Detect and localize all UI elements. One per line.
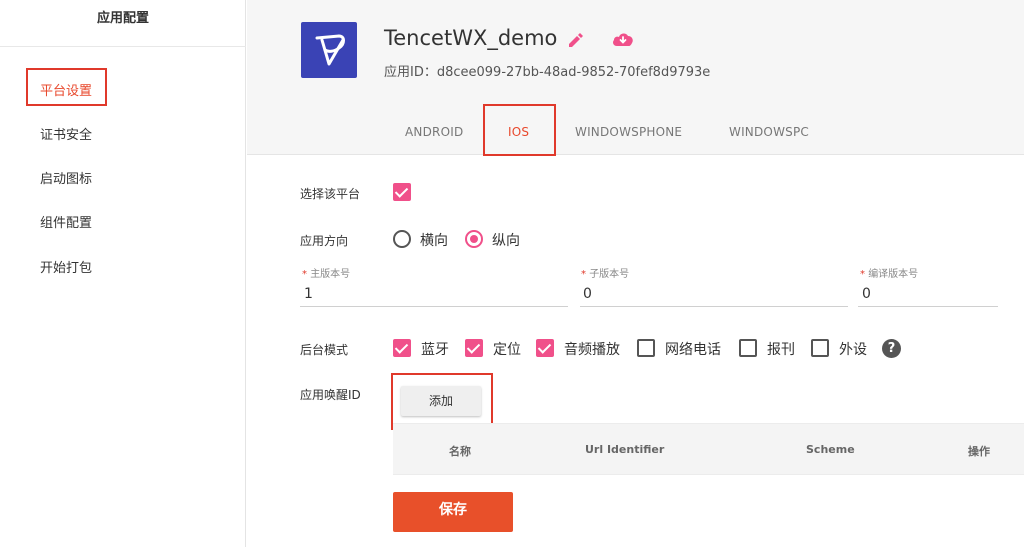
column-header-url-identifier: Url Identifier: [585, 443, 665, 456]
location-label: 定位: [493, 342, 521, 358]
column-header-scheme: Scheme: [806, 443, 855, 456]
app-logo-icon: [315, 34, 345, 66]
orientation-landscape-radio[interactable]: [393, 230, 411, 248]
wake-id-table-header: [393, 423, 1024, 475]
bluetooth-checkbox[interactable]: [393, 339, 411, 357]
highlight-box-platform-settings: [26, 68, 107, 106]
sidebar-item-start-packaging[interactable]: 开始打包: [40, 257, 92, 276]
sidebar-title: 应用配置: [0, 0, 246, 47]
major-version-underline: [300, 306, 568, 307]
column-header-action: 操作: [968, 445, 990, 458]
orientation-label: 应用方向: [300, 234, 349, 248]
select-platform-checkbox[interactable]: [393, 183, 411, 201]
wake-id-label: 应用唤醒ID: [300, 388, 361, 402]
sidebar-item-component-config[interactable]: 组件配置: [40, 212, 92, 231]
tab-windowsphone[interactable]: WINDOWSPHONE: [575, 125, 682, 139]
location-checkbox[interactable]: [465, 339, 483, 357]
build-version-input[interactable]: 0: [862, 286, 871, 302]
voip-checkbox[interactable]: [637, 339, 655, 357]
app-name: TencetWX_demo: [384, 26, 558, 50]
tab-android[interactable]: ANDROID: [405, 125, 463, 139]
major-version-input[interactable]: 1: [304, 286, 313, 302]
major-version-label: * 主版本号: [302, 269, 351, 280]
sidebar-item-launch-icon[interactable]: 启动图标: [40, 168, 92, 187]
minor-version-label: * 子版本号: [581, 269, 630, 280]
column-header-name: 名称: [449, 445, 471, 458]
accessory-label: 外设: [839, 342, 867, 358]
highlight-box-ios-tab: [483, 104, 556, 156]
audio-playback-checkbox[interactable]: [536, 339, 554, 357]
highlight-box-add-button: [391, 373, 493, 430]
minor-version-input[interactable]: 0: [583, 286, 592, 302]
audio-playback-label: 音频播放: [564, 342, 620, 358]
help-question-icon[interactable]: ?: [882, 339, 901, 358]
app-logo: [301, 22, 357, 78]
newsstand-label: 报刊: [767, 342, 795, 358]
newsstand-checkbox[interactable]: [739, 339, 757, 357]
build-version-underline: [858, 306, 998, 307]
tab-windowspc[interactable]: WINDOWSPC: [729, 125, 809, 139]
sidebar-item-certificate-security[interactable]: 证书安全: [40, 124, 92, 143]
bluetooth-label: 蓝牙: [421, 342, 449, 358]
minor-version-underline: [580, 306, 848, 307]
select-platform-label: 选择该平台: [300, 187, 361, 201]
cloud-download-icon[interactable]: [611, 30, 635, 48]
orientation-portrait-label: 纵向: [492, 233, 520, 249]
background-mode-label: 后台模式: [300, 343, 349, 357]
orientation-portrait-radio[interactable]: [465, 230, 483, 248]
orientation-landscape-label: 横向: [420, 233, 448, 249]
build-version-label: * 编译版本号: [860, 269, 919, 280]
save-button[interactable]: 保存: [393, 492, 513, 532]
edit-pencil-icon[interactable]: [566, 31, 584, 49]
app-id: 应用ID：d8cee099-27bb-48ad-9852-70fef8d9793…: [384, 65, 711, 80]
accessory-checkbox[interactable]: [811, 339, 829, 357]
voip-label: 网络电话: [665, 342, 721, 358]
